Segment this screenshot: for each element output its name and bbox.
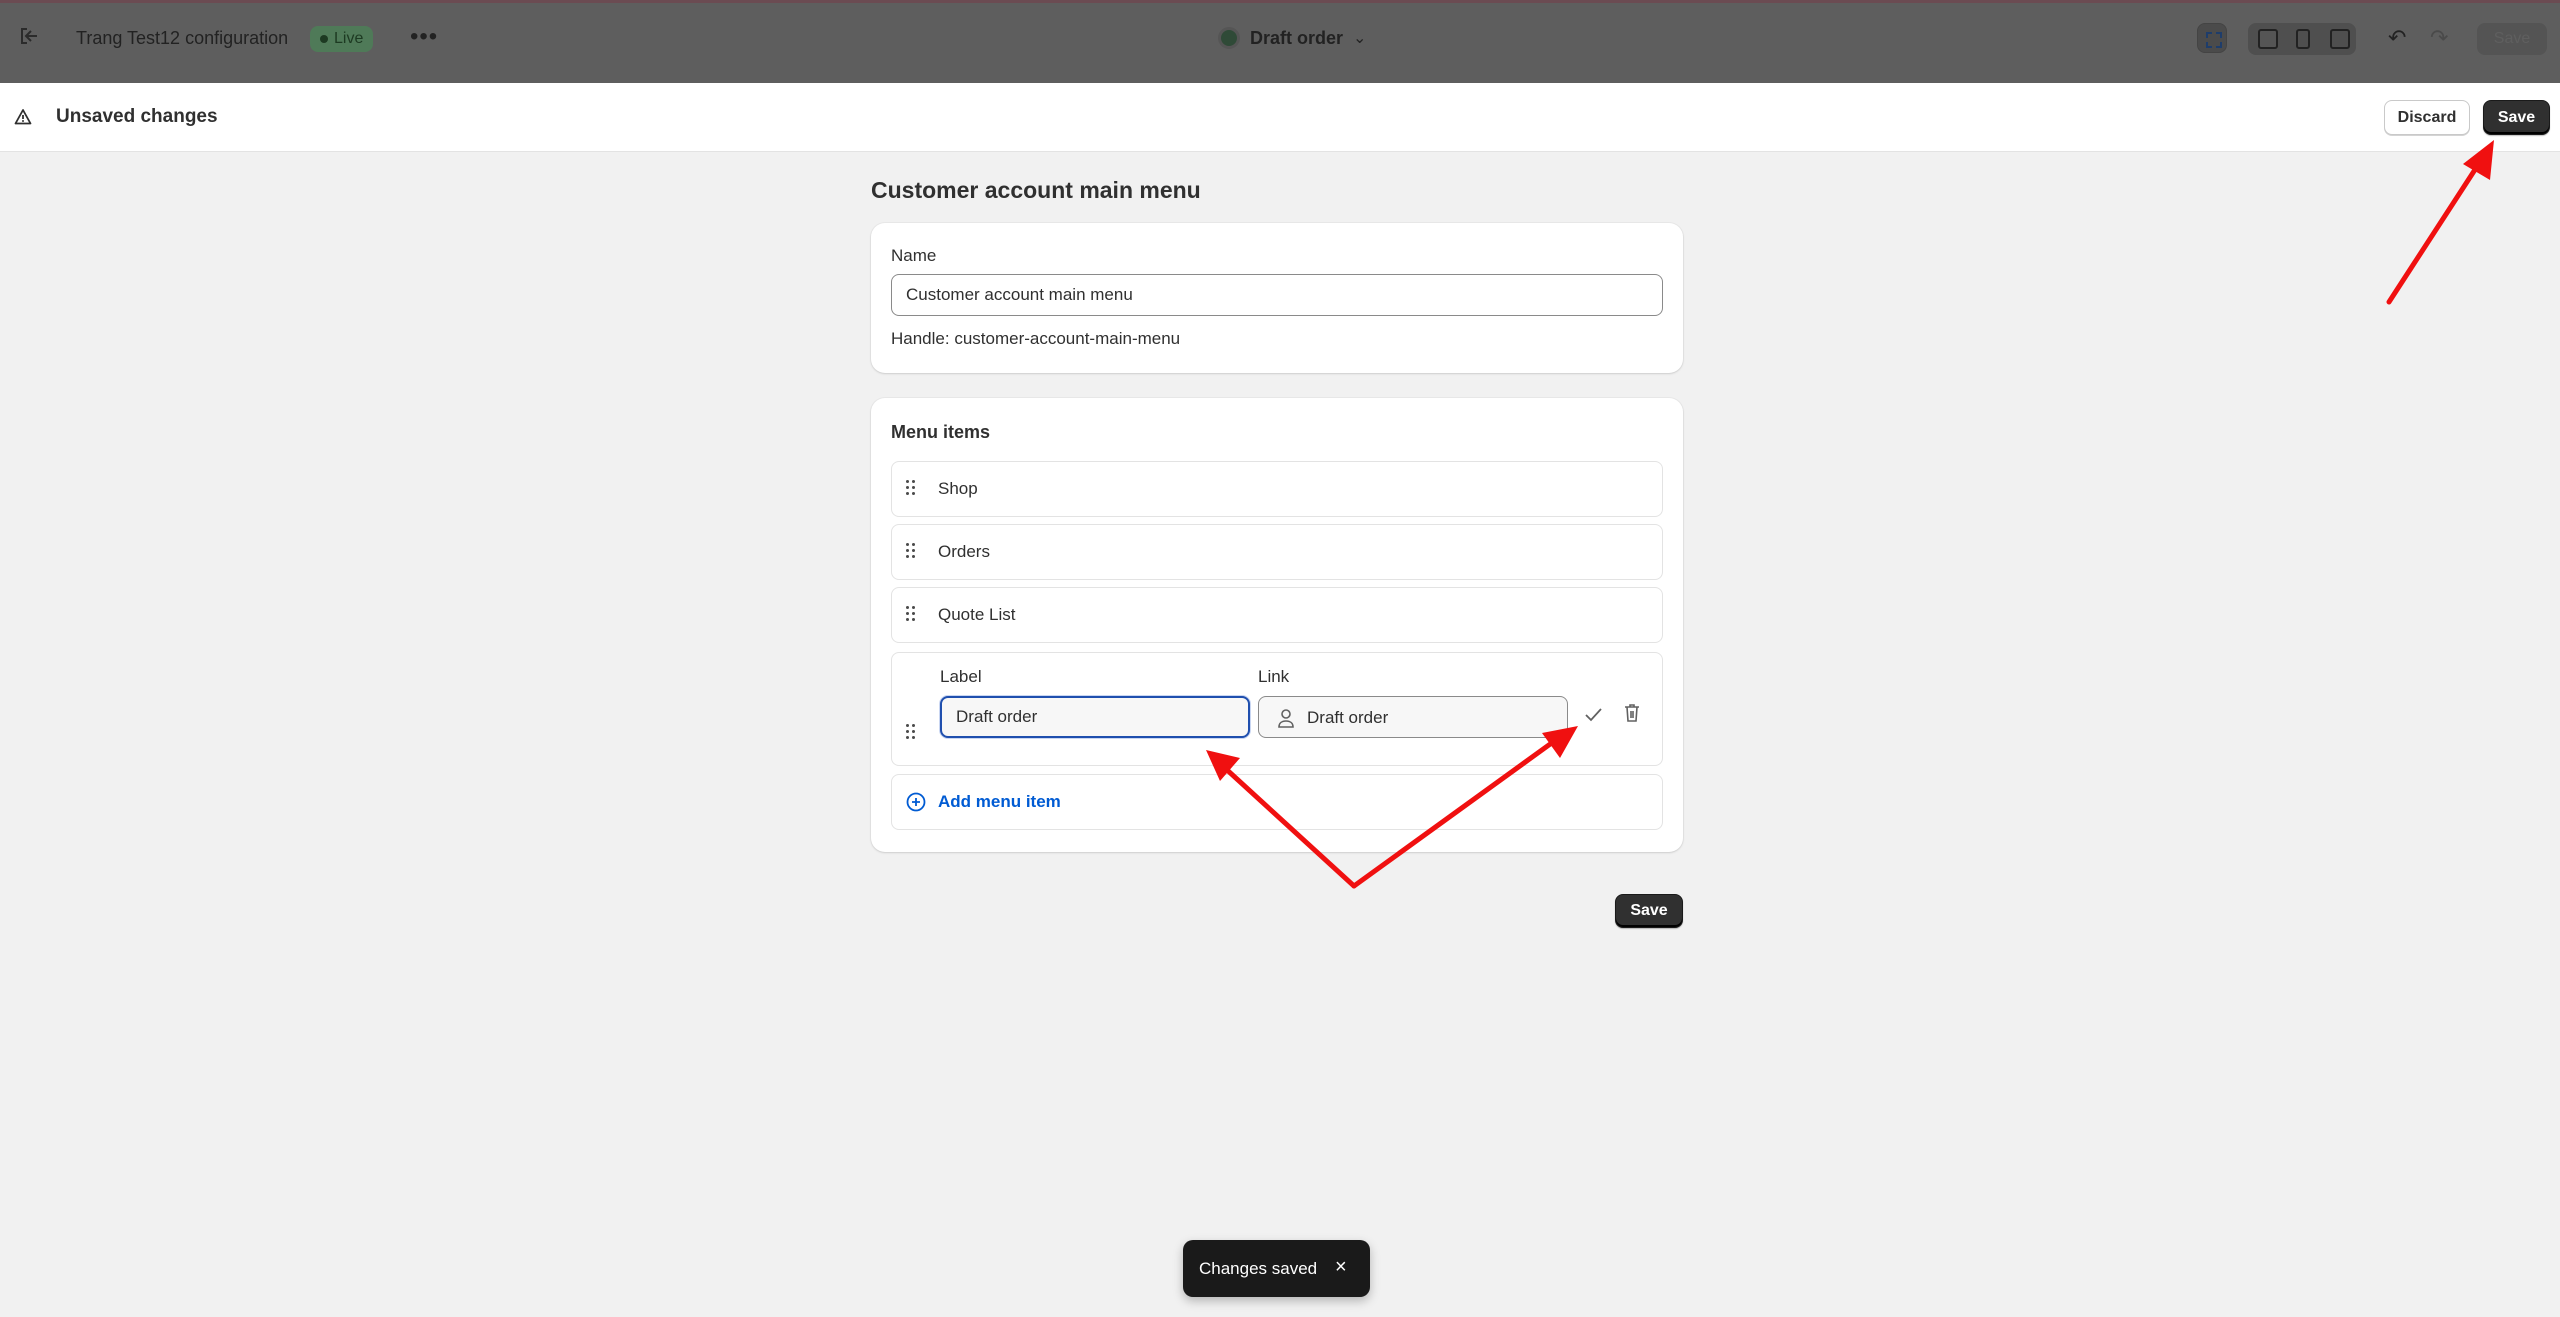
menu-item[interactable]: Quote List	[891, 587, 1663, 643]
handle-text: Handle: customer-account-main-menu	[891, 329, 1181, 348]
arrow-to-save-line	[2386, 162, 2481, 305]
plus-circle-icon	[906, 792, 926, 812]
discard-button[interactable]: Discard	[2384, 100, 2470, 135]
menu-item[interactable]: Shop	[891, 461, 1663, 517]
toast-message: Changes saved	[1199, 1259, 1318, 1278]
store-title: Trang Test12 configuration	[76, 28, 289, 48]
drag-handle-icon[interactable]	[906, 724, 916, 740]
undo-icon[interactable]: ↶	[2388, 25, 2406, 51]
drag-handle-icon[interactable]	[906, 480, 916, 496]
name-input[interactable]	[891, 274, 1663, 316]
chevron-down-icon: ⌄	[1353, 30, 1367, 47]
menu-item-editor: Label Link Draft order	[891, 652, 1663, 766]
viewport-toggle	[2248, 23, 2356, 55]
page-selector[interactable]: Draft order ⌄	[1218, 27, 1366, 49]
globe-icon	[1218, 27, 1240, 49]
menu-items-heading: Menu items	[891, 422, 991, 442]
name-card: Name Handle: customer-account-main-menu	[871, 223, 1683, 373]
editor-topbar: Trang Test12 configuration Live ••• Draf…	[0, 0, 2560, 83]
menu-item-label: Orders	[938, 542, 990, 561]
label-input[interactable]	[940, 696, 1250, 738]
toast-notification: Changes saved ×	[1183, 1240, 1370, 1297]
add-menu-item-button[interactable]: Add menu item	[891, 774, 1663, 830]
drag-handle-icon[interactable]	[906, 606, 916, 622]
status-badge: Live	[310, 26, 374, 52]
menu-item-label: Shop	[938, 479, 978, 498]
close-icon[interactable]: ×	[1335, 1256, 1347, 1279]
name-label: Name	[891, 246, 937, 265]
link-caption: Link	[1258, 667, 1290, 686]
checkmark-icon[interactable]	[1582, 703, 1604, 725]
menu-item-label: Quote List	[938, 605, 1016, 624]
menu-items-card: Menu items Shop Orders Quote List Label …	[871, 398, 1683, 852]
exit-icon[interactable]	[18, 25, 40, 47]
save-button[interactable]: Save	[2483, 100, 2550, 135]
desktop-icon[interactable]	[2258, 29, 2278, 49]
footer-save-button[interactable]: Save	[1615, 894, 1683, 928]
warning-icon	[14, 109, 32, 125]
link-value: Draft order	[1307, 708, 1389, 727]
link-field[interactable]: Draft order	[1258, 696, 1568, 738]
page-title: Customer account main menu	[871, 177, 1201, 203]
unsaved-changes-title: Unsaved changes	[56, 106, 218, 127]
add-menu-item-label: Add menu item	[938, 792, 1061, 811]
redo-icon[interactable]: ↷	[2430, 25, 2448, 51]
trash-icon[interactable]	[1622, 702, 1642, 724]
label-caption: Label	[940, 667, 982, 686]
fullscreen-icon[interactable]	[2330, 29, 2350, 49]
drag-handle-icon[interactable]	[906, 543, 916, 559]
topbar-save-button[interactable]: Save	[2477, 23, 2547, 55]
more-actions-button[interactable]: •••	[410, 23, 438, 51]
mobile-icon[interactable]	[2296, 29, 2310, 49]
menu-item[interactable]: Orders	[891, 524, 1663, 580]
page-selector-label: Draft order	[1250, 27, 1344, 48]
contextual-save-bar: Unsaved changes	[0, 83, 2560, 152]
inspector-icon[interactable]	[2197, 23, 2227, 53]
person-icon	[1278, 709, 1294, 728]
